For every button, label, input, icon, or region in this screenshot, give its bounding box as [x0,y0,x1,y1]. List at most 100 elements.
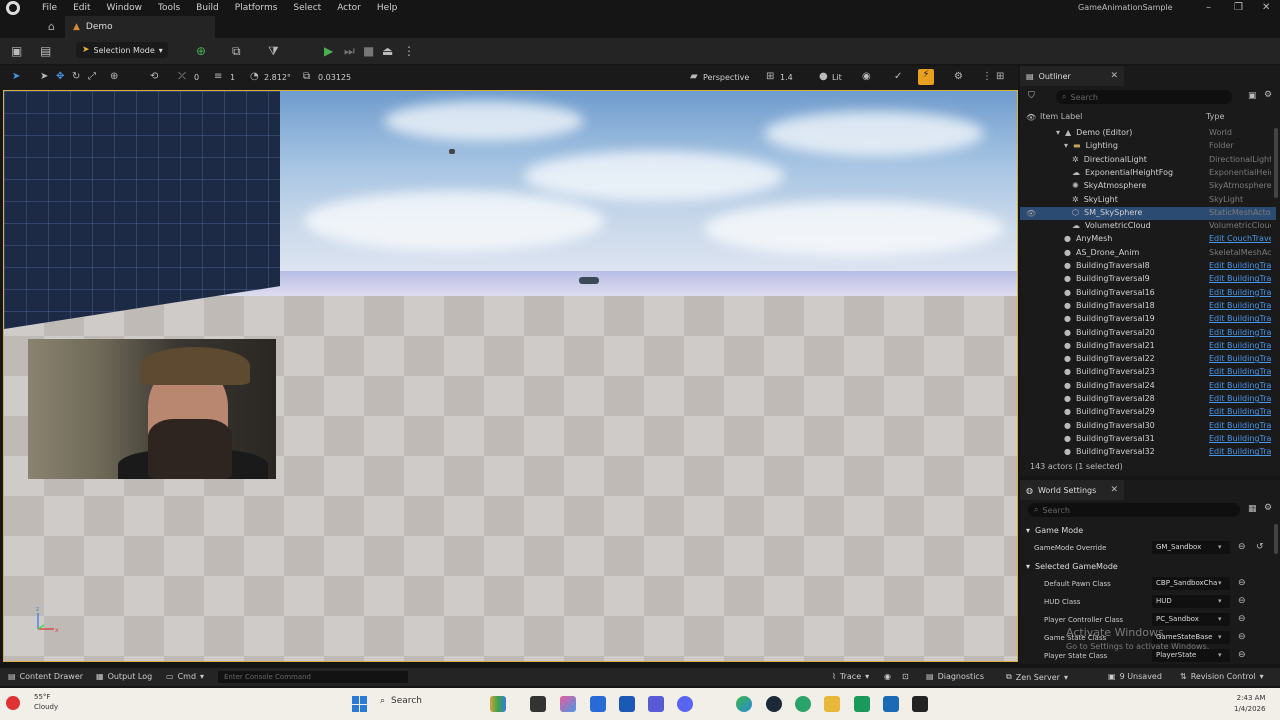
edit-blueprint-link[interactable]: Edit BuildingTra [1209,447,1271,456]
browse-icon[interactable]: ⊖ [1238,542,1246,552]
edge-icon[interactable] [736,696,752,712]
stop-icon[interactable]: ■ [363,44,374,58]
scale-snap-icon[interactable]: ◔ [250,71,259,82]
unreal-engine-icon[interactable] [912,696,928,712]
outliner-row[interactable]: ● BuildingTraversal29 Edit BuildingTra [1020,406,1276,419]
scale-value[interactable]: 2.812° [264,73,291,82]
browse-icon[interactable]: ⊖ [1238,632,1246,642]
cmd-dropdown[interactable]: ▭ Cmd ▾ [166,672,204,681]
edit-blueprint-link[interactable]: Edit BuildingTra [1209,288,1271,297]
visibility-eye-icon[interactable]: 👁 [1026,209,1036,218]
close-icon[interactable]: ✕ [1262,2,1270,13]
section-selected-gamemode[interactable]: ▾ Selected GameMode [1026,562,1118,571]
transform-menu-icon[interactable]: ➤ [12,71,20,82]
menu-actor[interactable]: Actor [329,3,369,13]
outliner-row[interactable]: ● BuildingTraversal28 Edit BuildingTra [1020,393,1276,406]
app-icon[interactable] [795,696,811,712]
chevron-down-icon[interactable]: ▾ [1218,579,1222,587]
world-settings-gear-icon[interactable]: ⚙ [1264,503,1272,513]
output-log-button[interactable]: ▦ Output Log [96,672,152,681]
col-type[interactable]: Type [1206,112,1224,121]
outliner-row[interactable]: ● BuildingTraversal30 Edit BuildingTra [1020,420,1276,433]
zen-server-button[interactable]: ⧉ Zen Server ▾ [1006,672,1068,682]
world-settings-search-input[interactable]: ⌕ Search [1028,503,1240,517]
revision-control-button[interactable]: ⇅ Revision Control ▾ [1180,672,1264,681]
edit-blueprint-link[interactable]: Edit BuildingTra [1209,367,1271,376]
outliner-row[interactable]: ▾ ▬ Lighting Folder [1020,140,1276,153]
outliner-tab[interactable]: ▤ Outliner ✕ [1020,66,1124,86]
menu-help[interactable]: Help [369,3,406,13]
menu-build[interactable]: Build [188,3,227,13]
performance-icon[interactable]: ⚡ [918,69,934,85]
outliner-row[interactable]: ● BuildingTraversal31 Edit BuildingTra [1020,433,1276,446]
home-icon[interactable]: ⌂ [48,20,55,33]
chevron-down-icon[interactable]: ▾ [1218,615,1222,623]
media-icon[interactable] [854,696,870,712]
menu-select[interactable]: Select [285,3,329,13]
edit-blueprint-link[interactable]: Edit BuildingTra [1209,314,1271,323]
realtime-icon[interactable]: ✓ [894,71,902,82]
outliner-row[interactable]: ☁ VolumetricCloud VolumetricClouc [1020,220,1276,233]
app2-icon[interactable] [883,696,899,712]
outliner-row[interactable]: ● AS_Drone_Anim SkeletalMeshAc [1020,247,1276,260]
content-drawer-button[interactable]: ▤ Content Drawer [8,672,83,681]
store-icon[interactable] [590,696,606,712]
outliner-row[interactable]: ☁ ExponentialHeightFog ExponentialHeig [1020,167,1276,180]
level-viewport[interactable]: z x [3,90,1018,662]
world-settings-tab[interactable]: ◍ World Settings ✕ [1020,480,1124,500]
outliner-row[interactable]: ✲ SkyLight SkyLight [1020,194,1276,207]
browse-icon[interactable]: ⊖ [1238,578,1246,588]
task-view-icon[interactable] [530,696,546,712]
outliner-row[interactable]: ● BuildingTraversal19 Edit BuildingTra [1020,313,1276,326]
unreal-logo-icon[interactable] [6,1,20,15]
diagnostics-button[interactable]: ▤ Diagnostics [926,672,984,681]
weather-widget[interactable]: 55°F Cloudy [20,692,58,712]
outliner-row[interactable]: ▾ ▲ Demo (Editor) World [1020,127,1276,140]
snap-angle-value[interactable]: 0 [194,73,199,82]
rotation-snap-icon[interactable]: ≡ [214,71,222,82]
menu-platforms[interactable]: Platforms [227,3,286,13]
widgets-icon[interactable] [490,696,506,712]
taskbar-clock[interactable]: 2:43 AM 1/4/2026 [1234,693,1265,715]
cinematics-icon[interactable]: ⧩ [268,44,279,59]
edit-blueprint-link[interactable]: Edit BuildingTra [1209,434,1271,443]
discord-icon[interactable] [677,696,693,712]
edit-blueprint-link[interactable]: Edit BuildingTra [1209,341,1271,350]
minimize-icon[interactable]: – [1206,2,1211,13]
settings-gear-icon[interactable]: ⚙ [954,71,963,82]
camera-speed-icon[interactable]: ⧉ [303,71,310,82]
section-game-mode[interactable]: ▾ Game Mode [1026,526,1083,535]
edit-blueprint-link[interactable]: Edit BuildingTra [1209,407,1271,416]
add-actor-icon[interactable]: ⊕ [196,44,206,58]
col-item-label[interactable]: Item Label [1040,112,1082,121]
edit-blueprint-link[interactable]: Edit BuildingTra [1209,354,1271,363]
menu-file[interactable]: File [34,3,65,13]
record-icon[interactable]: ◉ [884,672,891,681]
outliner-row[interactable]: ● BuildingTraversal22 Edit BuildingTra [1020,353,1276,366]
weather-alert-icon[interactable] [6,696,20,710]
edit-blueprint-link[interactable]: Edit BuildingTra [1209,301,1271,310]
chevron-down-icon[interactable]: ▾ [1218,597,1222,605]
edit-blueprint-link[interactable]: Edit BuildingTra [1209,394,1271,403]
select-tool-icon[interactable]: ➤ [40,71,48,82]
scale-tool-icon[interactable]: ⤢ [88,71,96,82]
fov-value[interactable]: 1.4 [780,73,793,82]
grid-snap-icon[interactable]: ⤫ [178,71,186,82]
browse-icon[interactable]: ⊖ [1238,614,1246,624]
small-actor[interactable] [449,149,455,154]
steam-icon[interactable] [766,696,782,712]
outliner-row[interactable]: ✲ DirectionalLight DirectionalLight [1020,154,1276,167]
outliner-row[interactable]: ● BuildingTraversal8 Edit BuildingTra [1020,260,1276,273]
chevron-down-icon[interactable]: ▾ [1218,651,1222,659]
lighting-dropdown[interactable]: Lit [832,73,842,82]
add-folder-icon[interactable]: ▣ [1248,91,1257,101]
level-tab[interactable]: ▲ Demo [65,16,215,38]
outliner-row[interactable]: ● BuildingTraversal20 Edit BuildingTra [1020,327,1276,340]
expand-arrow-icon[interactable]: ▾ [1056,128,1060,137]
snapshot-icon[interactable]: ⊡ [902,672,909,681]
edit-blueprint-link[interactable]: Edit BuildingTra [1209,381,1271,390]
step-icon[interactable]: ⏭ [344,44,355,59]
outliner-row[interactable]: ● BuildingTraversal16 Edit BuildingTra [1020,287,1276,300]
chevron-down-icon[interactable]: ▾ [1218,633,1222,641]
edit-blueprint-link[interactable]: Edit BuildingTra [1209,421,1271,430]
